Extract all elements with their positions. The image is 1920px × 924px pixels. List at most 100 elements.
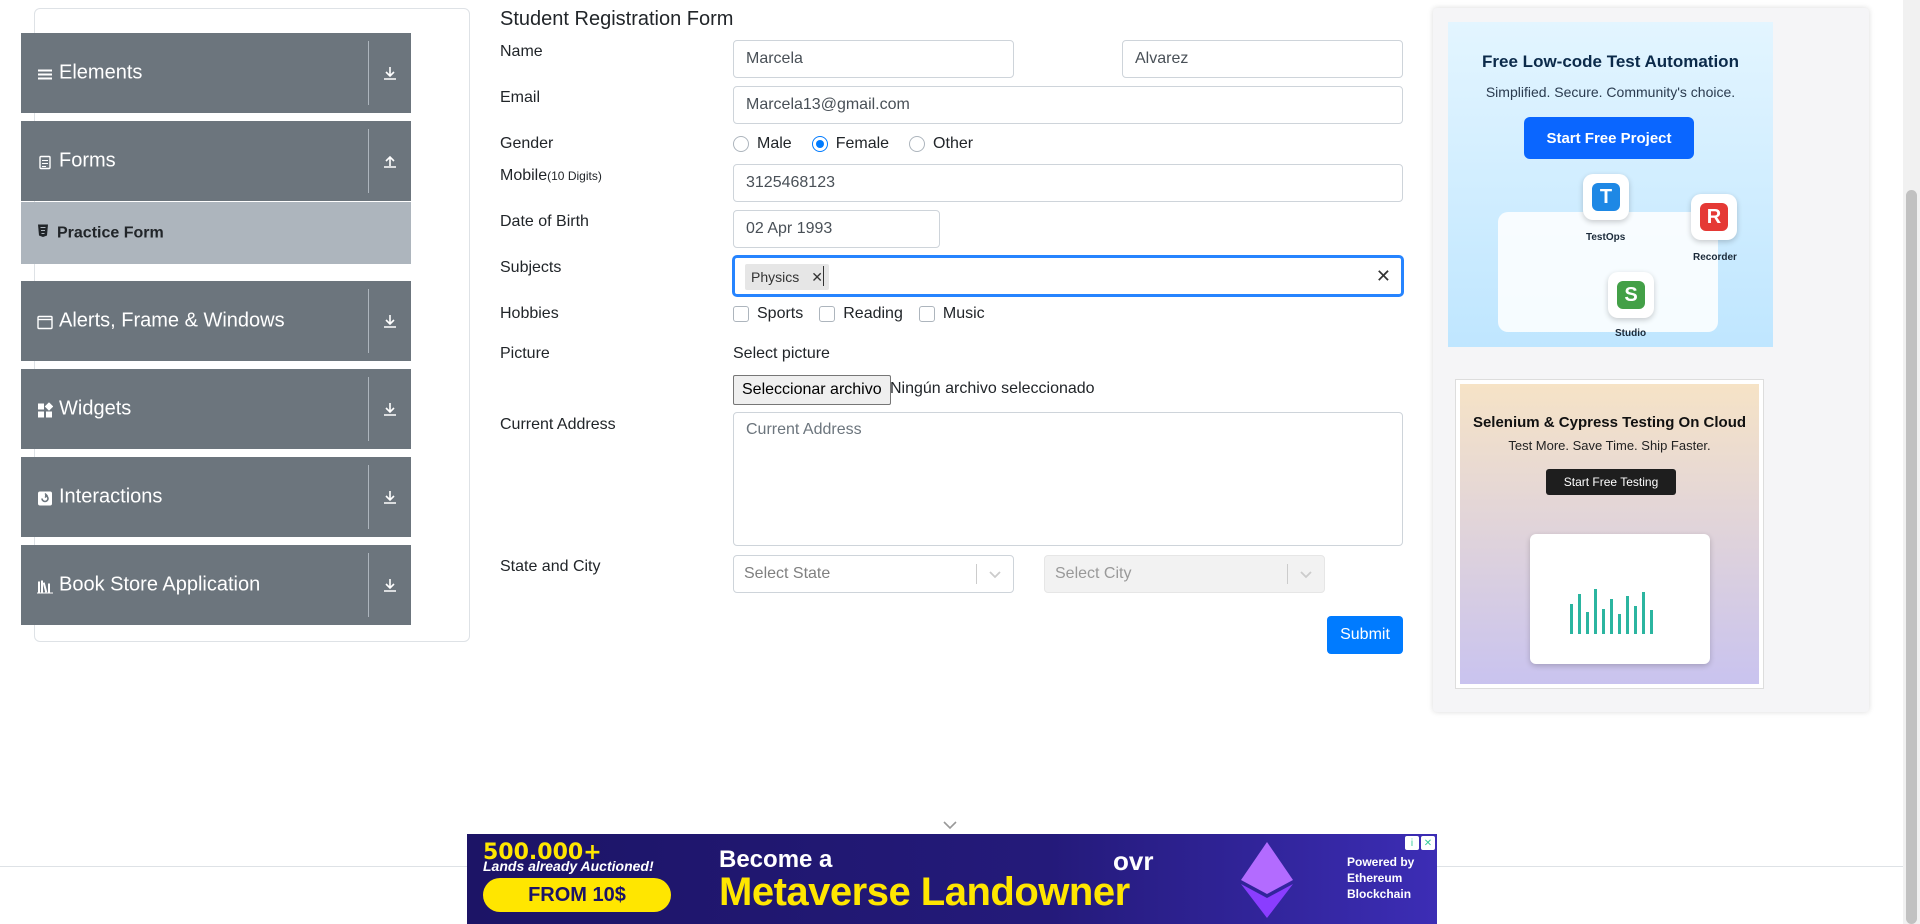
widgets-icon <box>37 401 54 417</box>
banner-price-pill: FROM 10$ <box>483 878 671 912</box>
checkbox-label[interactable]: Reading <box>843 305 903 323</box>
checkbox-label[interactable]: Music <box>943 305 985 323</box>
gender-radio-group: Male Female Other <box>733 135 973 153</box>
sidebar-group-forms[interactable]: Forms <box>21 121 411 201</box>
sidebar-item-practice-form[interactable]: Practice Form <box>21 202 411 264</box>
powered-line: Ethereum <box>1347 871 1403 885</box>
download-arrow-icon[interactable] <box>379 486 401 508</box>
mobile-hint: (10 Digits) <box>547 169 602 183</box>
chevron-down-icon[interactable] <box>942 818 958 830</box>
radio-button-checked[interactable] <box>811 136 828 152</box>
ad-low-code-automation[interactable]: Free Low-code Test Automation Simplified… <box>1448 22 1773 347</box>
ad-choices[interactable]: i ✕ <box>1405 836 1435 850</box>
checkbox[interactable] <box>819 306 836 322</box>
tile-label: TestOps <box>1586 232 1626 243</box>
recorder-icon: R <box>1691 194 1737 240</box>
close-icon[interactable]: ✕ <box>1421 836 1435 850</box>
banner-ad-metaverse[interactable]: 500.000+ Lands already Auctioned! FROM 1… <box>467 834 1437 924</box>
file-status-text: Ningún archivo seleccionado <box>890 380 1095 397</box>
clear-icon[interactable]: ✕ <box>1376 266 1391 287</box>
choose-file-button[interactable]: Seleccionar archivo <box>733 375 891 405</box>
first-name-input[interactable]: Marcela <box>733 40 1014 78</box>
submit-button[interactable]: Submit <box>1327 616 1403 654</box>
banner-count-sub: Lands already Auctioned! <box>483 858 654 874</box>
select-divider <box>976 564 977 584</box>
sidebar-group-text: Elements <box>59 61 143 84</box>
ad-dashboard-illustration <box>1530 534 1710 664</box>
ad-info-icon[interactable]: i <box>1405 836 1419 850</box>
radio-label[interactable]: Female <box>836 135 889 153</box>
ad-subtitle: Test More. Save Time. Ship Faster. <box>1508 438 1711 453</box>
city-select-placeholder: Select City <box>1055 565 1132 582</box>
sidebar-group-elements[interactable]: Elements <box>21 33 411 113</box>
vertical-scrollbar[interactable] <box>1903 0 1920 924</box>
download-arrow-icon[interactable] <box>379 62 401 84</box>
chevron-down-icon[interactable] <box>1298 566 1314 582</box>
sidebar-group-widgets[interactable]: Widgets <box>21 369 411 449</box>
sidebar-group-interactions[interactable]: Interactions <box>21 457 411 537</box>
tile-label: Studio <box>1615 328 1647 339</box>
sidebar-group-label: Forms <box>37 150 116 173</box>
ad-title: Selenium & Cypress Testing On Cloud <box>1472 414 1747 431</box>
ad-subtitle: Simplified. Secure. Community's choice. <box>1485 84 1736 100</box>
mobile-label-text: Mobile <box>500 167 548 184</box>
name-label: Name <box>500 43 543 60</box>
gender-option-male[interactable]: Male <box>733 135 792 153</box>
picture-label: Picture <box>500 345 550 362</box>
radio-label[interactable]: Male <box>757 135 792 153</box>
date-of-birth-input[interactable]: 02 Apr 1993 <box>733 210 940 248</box>
subject-chip: Physics ✕ <box>745 264 829 290</box>
sidebar-group-label: Elements <box>37 62 142 85</box>
banner-brand-logo: ovr <box>1113 846 1154 876</box>
banner-powered-by: Powered by Ethereum Blockchain <box>1347 854 1414 902</box>
banner-headline-2: Metaverse Landowner <box>719 870 1130 914</box>
hobby-option-music[interactable]: Music <box>918 305 985 323</box>
radio-label[interactable]: Other <box>933 135 973 153</box>
radio-button[interactable] <box>909 136 926 152</box>
powered-line: Powered by <box>1347 855 1415 869</box>
checkbox[interactable] <box>733 306 749 322</box>
start-free-testing-button[interactable]: Start Free Testing <box>1546 469 1676 495</box>
hobbies-label: Hobbies <box>500 305 559 322</box>
state-select[interactable]: Select State <box>733 555 1014 593</box>
ad-illustration-card <box>1498 212 1718 332</box>
last-name-input[interactable]: Alvarez <box>1122 40 1403 78</box>
remove-chip-icon[interactable]: ✕ <box>805 269 829 286</box>
checkbox-label[interactable]: Sports <box>757 305 803 323</box>
subjects-input[interactable]: Physics ✕ ✕ <box>733 256 1403 296</box>
download-arrow-icon[interactable] <box>379 310 401 332</box>
tile-label: Recorder <box>1693 252 1737 263</box>
hobby-option-sports[interactable]: Sports <box>733 305 803 323</box>
start-free-project-button[interactable]: Start Free Project <box>1524 117 1694 159</box>
html-file-icon <box>37 224 49 243</box>
scrollbar-thumb[interactable] <box>1906 190 1917 924</box>
current-address-textarea[interactable]: Current Address <box>733 412 1403 546</box>
checkbox[interactable] <box>918 306 935 322</box>
window-icon <box>37 313 53 329</box>
hamburger-icon <box>37 65 53 81</box>
sidebar-group-book-store[interactable]: Book Store Application <box>21 545 411 625</box>
ad-title: Free Low-code Test Automation <box>1482 52 1739 71</box>
mobile-input[interactable]: 3125468123 <box>733 164 1403 202</box>
download-arrow-icon[interactable] <box>379 574 401 596</box>
address-label: Current Address <box>500 416 616 433</box>
sidebar-group-text: Forms <box>59 149 116 172</box>
separator <box>368 289 369 353</box>
hobby-option-reading[interactable]: Reading <box>819 305 903 323</box>
dob-label: Date of Birth <box>500 213 589 230</box>
gender-option-female[interactable]: Female <box>811 135 889 153</box>
ad-selenium-cypress-cloud[interactable]: Selenium & Cypress Testing On Cloud Test… <box>1455 379 1764 689</box>
city-select[interactable]: Select City <box>1044 555 1325 593</box>
subject-chip-label: Physics <box>751 269 800 285</box>
hobbies-checkbox-group: Sports Reading Music <box>733 305 985 323</box>
sidebar-group-alerts[interactable]: Alerts, Frame & Windows <box>21 281 411 361</box>
email-input[interactable]: Marcela13@gmail.com <box>733 86 1403 124</box>
chevron-down-icon[interactable] <box>987 566 1003 582</box>
radio-button[interactable] <box>733 136 749 152</box>
separator <box>368 41 369 105</box>
state-city-label: State and City <box>500 558 601 575</box>
testops-icon: T <box>1583 174 1629 220</box>
upload-arrow-icon[interactable] <box>379 150 401 172</box>
gender-option-other[interactable]: Other <box>909 135 973 153</box>
download-arrow-icon[interactable] <box>379 398 401 420</box>
